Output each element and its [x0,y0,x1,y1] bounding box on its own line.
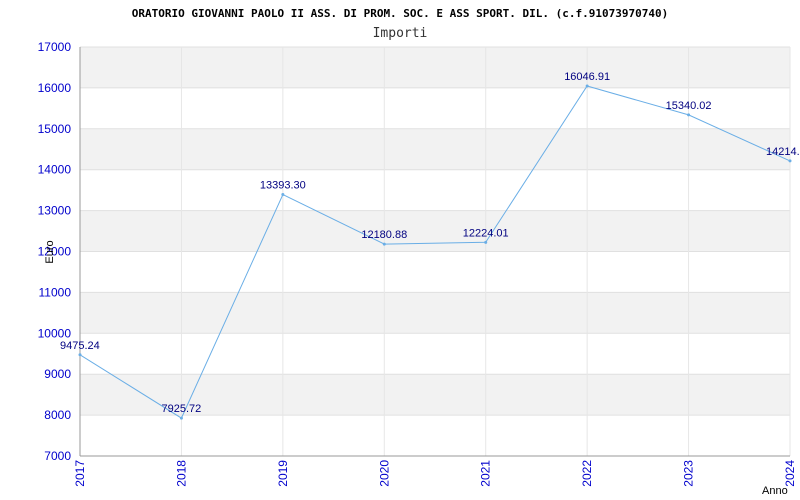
chart-title: ORATORIO GIOVANNI PAOLO II ASS. DI PROM.… [132,7,668,20]
data-label: 16046.91 [564,71,610,83]
data-label: 12224.01 [463,227,509,239]
data-label: 12180.88 [361,229,407,241]
data-label: 13393.30 [260,180,306,192]
grid-band [80,251,790,293]
x-tick-label: 2022 [580,460,594,487]
y-tick-label: 11000 [39,285,72,299]
x-tick-label: 2020 [377,460,391,487]
x-tick-label: 2019 [276,460,290,487]
y-tick-label: 17000 [38,40,72,54]
data-point [585,84,589,88]
chart-subtitle: Importi [373,26,428,41]
grid-band [80,333,790,375]
data-label: 14214.3 [766,146,800,158]
data-point [78,353,82,357]
x-axis-label: Anno [762,485,788,497]
y-tick-label: 9000 [44,367,71,381]
y-tick-label: 8000 [44,408,71,422]
y-tick-label: 15000 [38,122,72,136]
y-tick-label: 7000 [44,449,71,463]
x-tick-label: 2017 [73,460,87,487]
grid-band [80,47,790,88]
data-point [281,193,285,197]
x-tick-label: 2021 [479,460,493,487]
grid-band [80,128,790,170]
data-point [382,242,386,246]
x-tick-label: 2024 [783,460,797,487]
data-label: 15340.02 [666,100,712,112]
x-tick-label: 2018 [174,460,188,487]
y-tick-label: 10000 [38,326,72,340]
grid-band [80,169,790,211]
y-tick-label: 14000 [38,163,72,177]
x-tick-labels: 2017 2018 2019 2020 2021 2022 2023 2024 [73,460,797,487]
x-tick-label: 2023 [682,460,696,487]
data-label: 7925.72 [162,403,202,415]
y-tick-label: 16000 [38,81,72,95]
grid-band [80,415,790,456]
data-point [179,416,183,420]
data-label: 9475.24 [60,340,100,352]
line-chart: ORATORIO GIOVANNI PAOLO II ASS. DI PROM.… [38,7,800,497]
grid-band [80,292,790,334]
data-point [788,159,792,163]
grid-band [80,210,790,252]
data-point [484,240,488,244]
y-tick-label: 13000 [38,204,72,218]
data-point [687,113,691,117]
y-axis-label: Euro [44,240,56,263]
